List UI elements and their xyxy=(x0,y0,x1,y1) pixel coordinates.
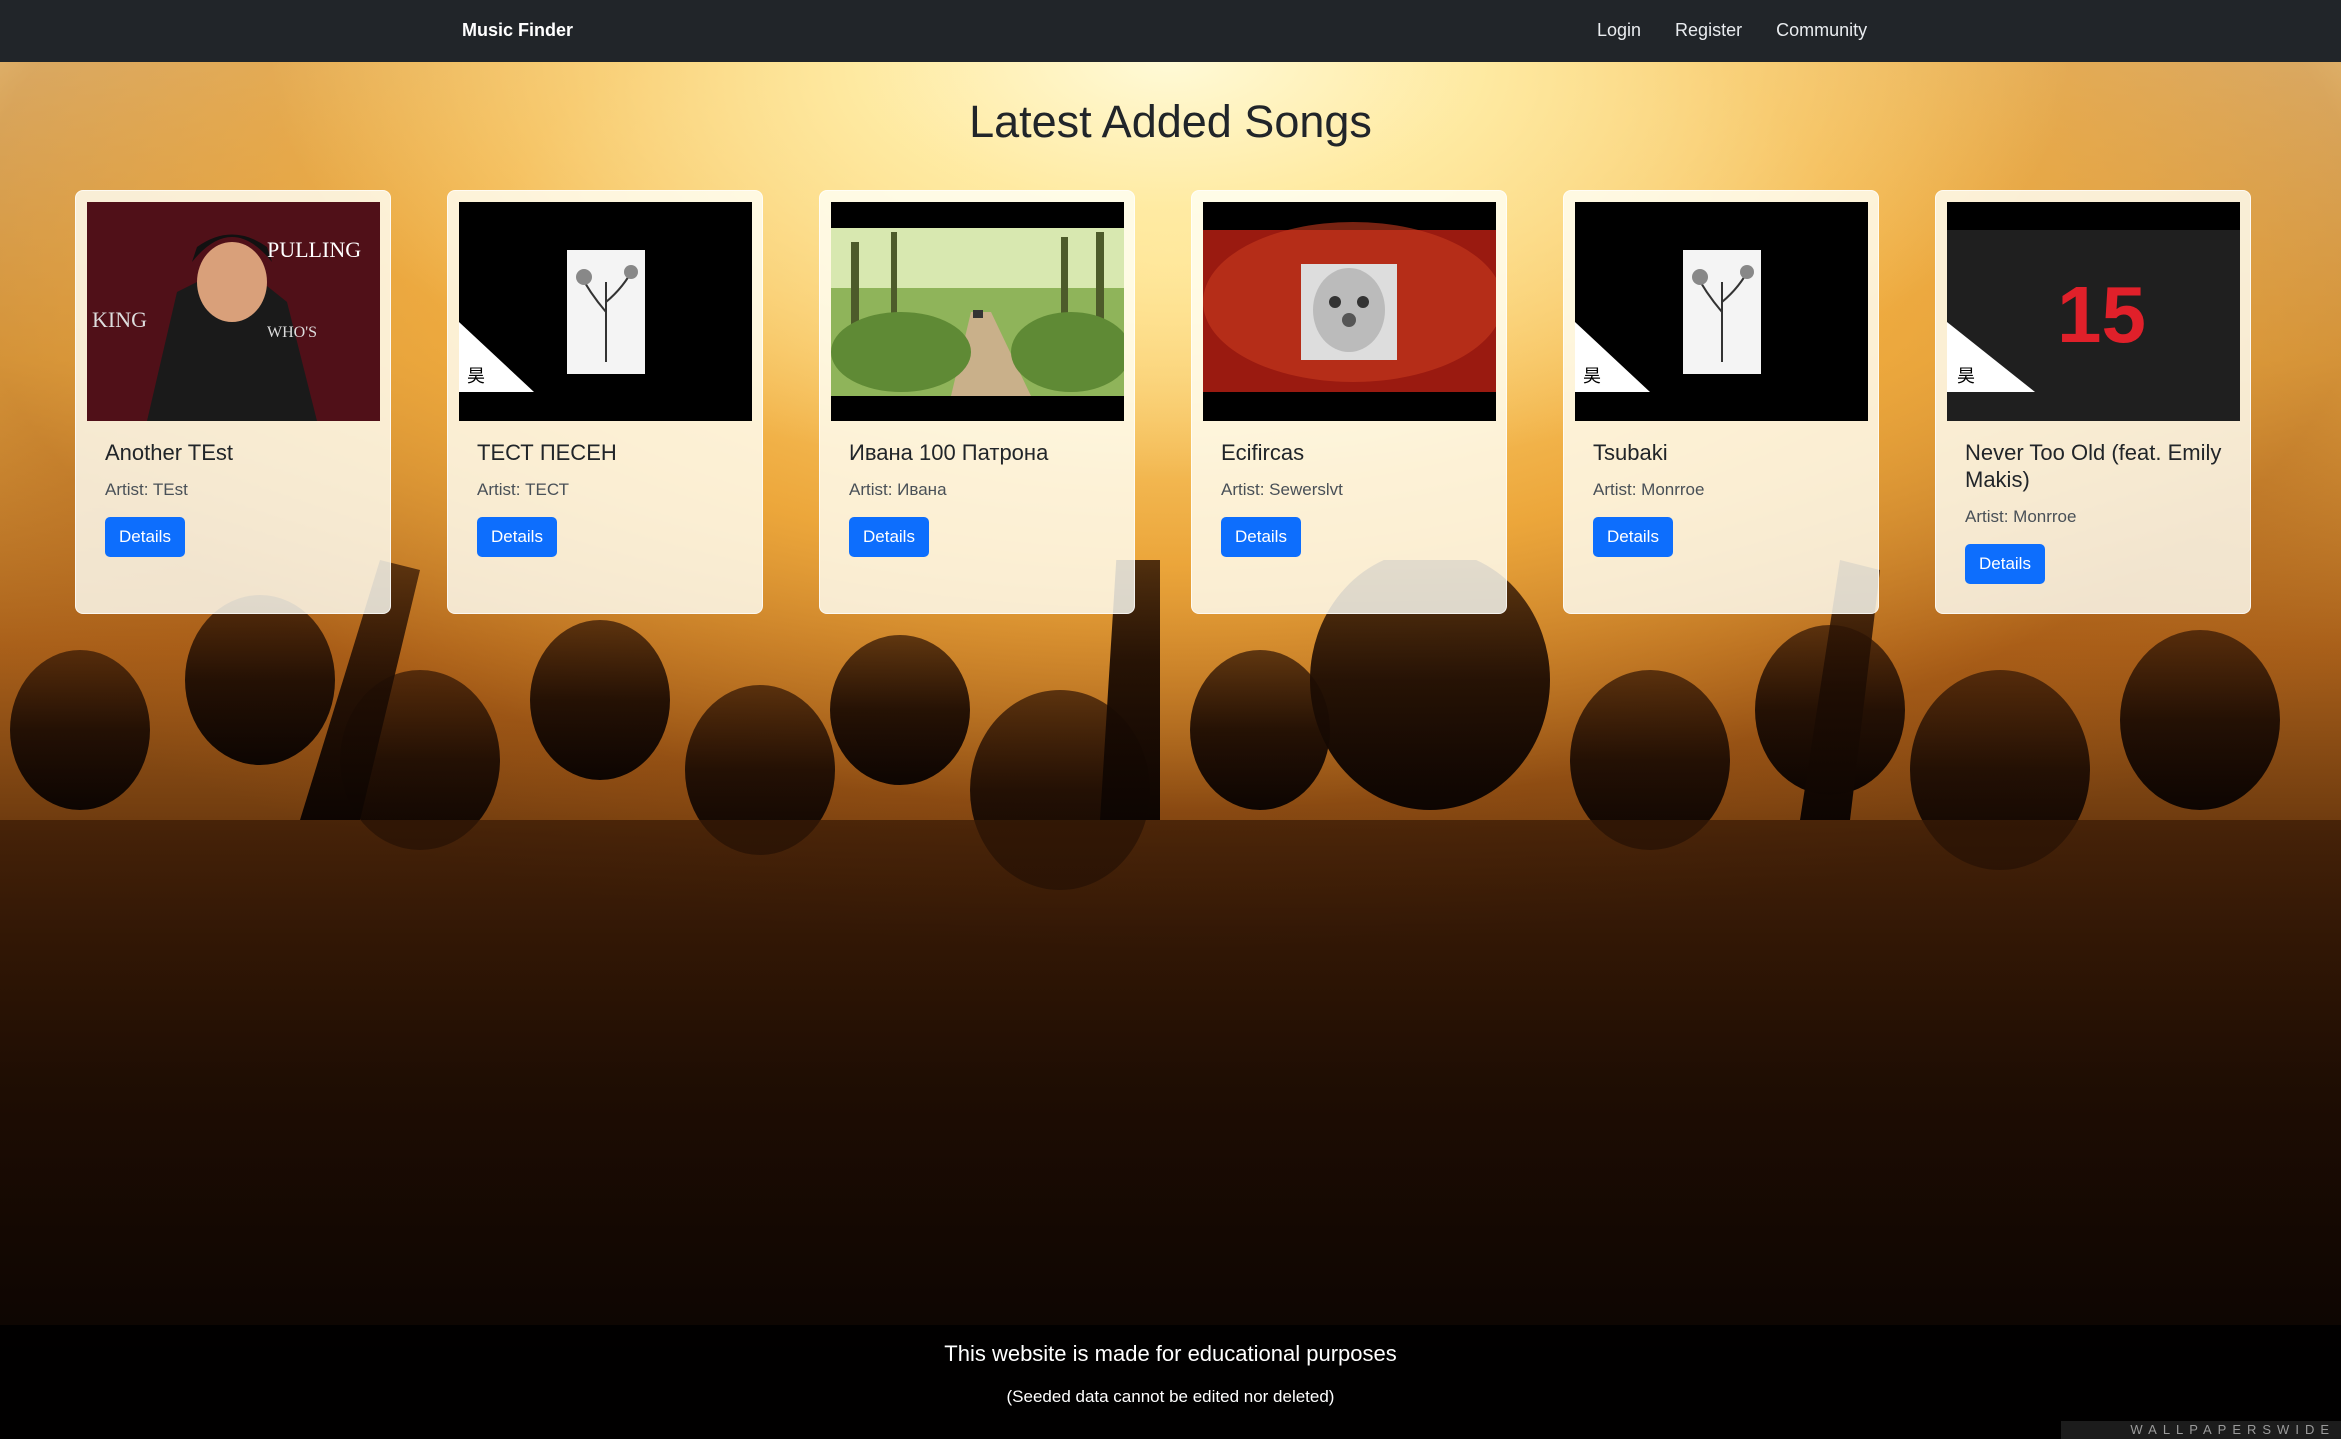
brand-logo[interactable]: Music Finder xyxy=(462,20,573,41)
song-card: PULLING KING WHO'S Another TEst Artist: … xyxy=(75,190,391,614)
nav-community-link[interactable]: Community xyxy=(1776,20,1867,41)
song-card: 15 昊 Never Too Old (feat. Emily Makis) A… xyxy=(1935,190,2251,614)
wallpaper-watermark: WALLPAPERSWIDE xyxy=(2061,1421,2341,1439)
song-title: Ивана 100 Патрона xyxy=(849,440,1049,465)
song-card: 昊 ТЕСТ ПЕСЕН Artist: ТЕСТ Details xyxy=(447,190,763,614)
song-title: Never Too Old (feat. Emily Makis) xyxy=(1965,440,2222,492)
svg-text:PULLING: PULLING xyxy=(267,237,361,262)
details-button[interactable]: Details xyxy=(849,517,929,557)
song-artist: Artist: Sewerslvt xyxy=(1221,480,1343,499)
nav-login-link[interactable]: Login xyxy=(1597,20,1641,41)
song-thumbnail[interactable]: PULLING KING WHO'S xyxy=(87,202,380,421)
song-card: Ивана 100 Патрона Artist: Ивана Details xyxy=(819,190,1135,614)
song-title: Tsubaki xyxy=(1593,440,1668,465)
page-title: Latest Added Songs xyxy=(969,96,1372,147)
song-thumbnail[interactable]: 昊 xyxy=(459,202,752,421)
footer: This website is made for educational pur… xyxy=(0,1325,2341,1439)
details-button[interactable]: Details xyxy=(105,517,185,557)
svg-text:WHO'S: WHO'S xyxy=(267,324,317,341)
details-button[interactable]: Details xyxy=(1965,544,2045,584)
top-navbar: Music Finder Login Register Community xyxy=(0,0,2341,62)
details-button[interactable]: Details xyxy=(1593,517,1673,557)
song-title: ТЕСТ ПЕСЕН xyxy=(477,440,617,465)
footer-note: (Seeded data cannot be edited nor delete… xyxy=(1006,1387,1335,1406)
song-title: Ecifircas xyxy=(1221,440,1305,465)
svg-text:15: 15 xyxy=(2057,270,2146,359)
song-thumbnail[interactable] xyxy=(831,202,1124,421)
song-artist: Artist: Monrroe xyxy=(1965,507,2077,526)
crowd-silhouette xyxy=(0,560,2341,1340)
svg-text:昊: 昊 xyxy=(467,366,485,387)
nav-register-link[interactable]: Register xyxy=(1675,20,1742,41)
details-button[interactable]: Details xyxy=(1221,517,1301,557)
song-thumbnail[interactable] xyxy=(1203,202,1496,421)
song-thumbnail[interactable]: 昊 xyxy=(1575,202,1868,421)
song-artist: Artist: ТЕСТ xyxy=(477,480,569,499)
song-card: Ecifircas Artist: Sewerslvt Details xyxy=(1191,190,1507,614)
song-thumbnail[interactable]: 15 昊 xyxy=(1947,202,2240,421)
song-artist: Artist: Monrroe xyxy=(1593,480,1705,499)
song-artist: Artist: Ивана xyxy=(849,480,947,499)
svg-text:昊: 昊 xyxy=(1583,366,1601,387)
footer-disclaimer: This website is made for educational pur… xyxy=(944,1341,1397,1366)
song-artist: Artist: TEst xyxy=(105,480,188,499)
details-button[interactable]: Details xyxy=(477,517,557,557)
song-title: Another TEst xyxy=(105,440,233,465)
nav-links: Login Register Community xyxy=(1597,20,1901,41)
svg-text:KING: KING xyxy=(92,307,147,332)
svg-text:昊: 昊 xyxy=(1957,366,1975,387)
song-card: 昊 Tsubaki Artist: Monrroe Details xyxy=(1563,190,1879,614)
